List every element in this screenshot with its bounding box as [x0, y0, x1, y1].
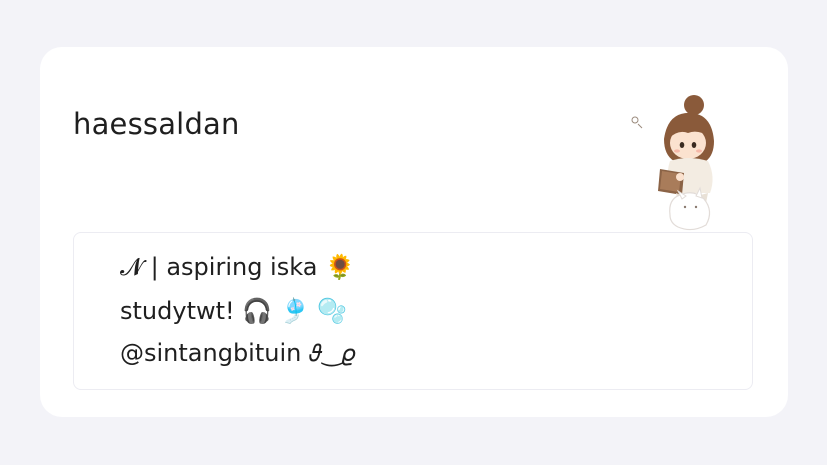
profile-card: haessaldan 𝓝 | aspiring iska 🌻 studytwt!…: [40, 47, 788, 417]
bio-line: @sintangbituin 𝜗‿𝜚: [120, 339, 356, 367]
bio-line: studytwt! 🎧 🎐 🫧: [120, 297, 348, 325]
bio-box: 𝓝 | aspiring iska 🌻 studytwt! 🎧 🎐 🫧 @sin…: [73, 232, 753, 390]
username[interactable]: haessaldan: [73, 107, 240, 141]
bio-line: 𝓝 | aspiring iska 🌻: [120, 253, 355, 281]
girl-reading-book-sticker-icon: [631, 95, 714, 231]
